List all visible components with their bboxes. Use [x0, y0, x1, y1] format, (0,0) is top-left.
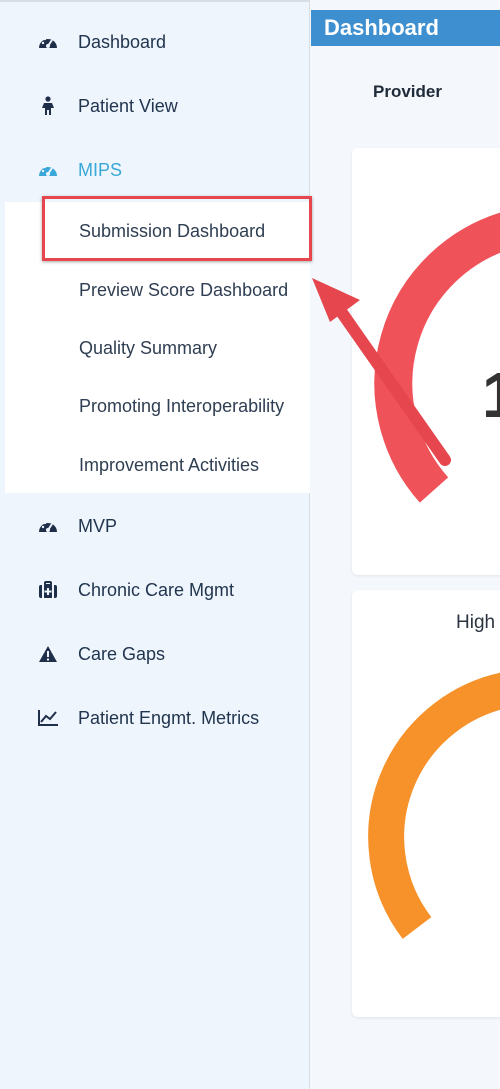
submenu-item-preview-score-dashboard[interactable]: Preview Score Dashboard — [5, 270, 310, 310]
submenu-item-label: Preview Score Dashboard — [79, 279, 289, 300]
sidebar-item-label: Dashboard — [78, 31, 167, 52]
sidebar-item-mips[interactable]: MIPS — [0, 150, 310, 190]
person-icon — [37, 95, 59, 117]
gauge-icon — [37, 515, 59, 537]
sidebar: Dashboard Patient View MIPS MVP Chronic … — [0, 0, 310, 1089]
score-card: 1 — [352, 148, 500, 575]
gauge-icon — [37, 159, 59, 181]
page-header: Dashboard — [311, 10, 500, 46]
line-chart-icon — [37, 707, 59, 729]
high-gauge — [368, 672, 500, 939]
submenu-item-quality-summary[interactable]: Quality Summary — [5, 328, 310, 368]
submenu-item-label: Promoting Interoperability — [79, 395, 285, 416]
gauge-value: 1 — [482, 359, 500, 431]
sidebar-item-chronic-care-mgmt[interactable]: Chronic Care Mgmt — [0, 570, 310, 610]
provider-tab[interactable]: Provider — [373, 82, 442, 102]
warning-icon — [37, 643, 59, 665]
submenu-item-promoting-interoperability[interactable]: Promoting Interoperability — [5, 386, 310, 426]
sidebar-item-care-gaps[interactable]: Care Gaps — [0, 634, 310, 674]
submenu-item-label: Quality Summary — [79, 337, 218, 358]
high-card: High — [352, 590, 500, 1017]
page-title: Dashboard — [324, 15, 439, 40]
submenu-item-label: Submission Dashboard — [79, 220, 266, 241]
gauge-icon — [37, 31, 59, 53]
submenu-item-label: Improvement Activities — [79, 454, 260, 475]
sidebar-item-mvp[interactable]: MVP — [0, 506, 310, 546]
sidebar-item-label: Patient Engmt. Metrics — [78, 707, 260, 728]
sidebar-item-dashboard[interactable]: Dashboard — [0, 22, 310, 62]
sidebar-item-patient-view[interactable]: Patient View — [0, 86, 310, 126]
sidebar-item-label: Chronic Care Mgmt — [78, 579, 235, 600]
sidebar-item-label: MIPS — [78, 159, 123, 180]
sidebar-item-label: MVP — [78, 515, 118, 536]
submenu-item-improvement-activities[interactable]: Improvement Activities — [5, 445, 310, 485]
score-gauge — [374, 212, 500, 503]
mips-submenu: Submission Dashboard Preview Score Dashb… — [5, 202, 310, 493]
sidebar-item-label: Patient View — [78, 95, 178, 116]
main-content: Dashboard Provider 1 High — [311, 0, 500, 1089]
submenu-item-submission-dashboard[interactable]: Submission Dashboard — [5, 211, 310, 251]
sidebar-item-patient-engmt-metrics[interactable]: Patient Engmt. Metrics — [0, 698, 310, 738]
medical-kit-icon — [37, 579, 59, 601]
sidebar-item-label: Care Gaps — [78, 643, 166, 664]
